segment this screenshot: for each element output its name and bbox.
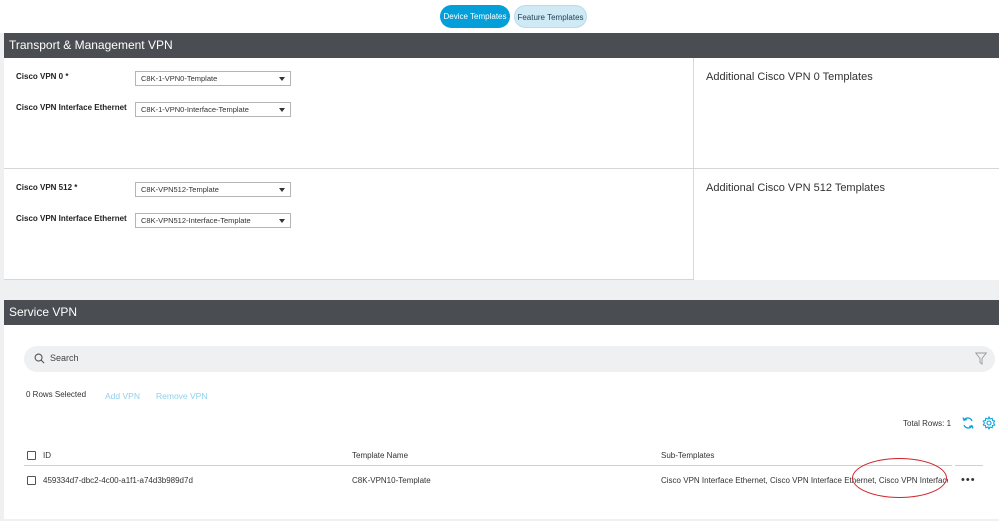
gear-icon[interactable] [982,416,996,430]
select-all-checkbox[interactable] [27,451,36,460]
refresh-icon[interactable] [961,416,975,430]
service-vpn-header: Service VPN [4,300,999,325]
transport-vpn-header: Transport & Management VPN [4,33,999,58]
chevron-down-icon [279,77,285,81]
column-header-id[interactable]: ID [43,451,51,460]
search-input[interactable]: Search [50,353,79,363]
vpn512-additional-templates-title: Additional Cisco VPN 512 Templates [706,182,885,194]
vpn512-select[interactable]: C8K-VPN512-Template [135,182,291,197]
divider [4,279,694,280]
row-id: 459334d7-dbc2-4c00-a1f1-a74d3b989d7d [43,476,193,485]
column-header-template-name[interactable]: Template Name [352,451,408,460]
tab-device-templates[interactable]: Device Templates [440,5,510,28]
table-header-divider [955,465,983,466]
filter-icon[interactable] [975,352,987,365]
row-template-name: C8K-VPN10-Template [352,476,431,485]
search-bar[interactable]: Search [24,346,995,372]
vpn512-label: Cisco VPN 512 * [16,183,78,192]
vpn512-basic-column: Cisco VPN 512 * C8K-VPN512-Template Cisc… [4,169,694,280]
chevron-down-icon [279,108,285,112]
rows-selected-count: 0 Rows Selected [26,390,87,399]
vpn0-panel: Cisco VPN 0 * C8K-1-VPN0-Template Cisco … [4,58,999,168]
vpn0-select[interactable]: C8K-1-VPN0-Template [135,71,291,86]
vpn512-interface-label: Cisco VPN Interface Ethernet [16,214,127,223]
table-header-divider [24,465,952,466]
vpn0-basic-column: Cisco VPN 0 * C8K-1-VPN0-Template Cisco … [4,58,694,168]
vpn0-label: Cisco VPN 0 * [16,72,69,81]
chevron-down-icon [279,219,285,223]
add-vpn-button[interactable]: Add VPN [105,391,140,401]
vpn0-additional-templates-title: Additional Cisco VPN 0 Templates [706,71,873,83]
vpn0-interface-label: Cisco VPN Interface Ethernet [16,103,127,112]
vpn512-panel: Cisco VPN 512 * C8K-VPN512-Template Cisc… [4,168,999,280]
annotation-highlight-circle [852,458,947,498]
tab-feature-templates[interactable]: Feature Templates [514,5,587,28]
remove-vpn-button[interactable]: Remove VPN [156,391,208,401]
vpn512-select-value: C8K-VPN512-Template [141,185,219,194]
vpn512-interface-select-value: C8K-VPN512-Interface-Template [141,216,251,225]
row-checkbox[interactable] [27,476,36,485]
vpn0-interface-select-value: C8K-1-VPN0-Interface-Template [141,105,249,114]
vpn0-select-value: C8K-1-VPN0-Template [141,74,218,83]
template-type-switcher: Device Templates Feature Templates [0,0,999,33]
chevron-down-icon [279,188,285,192]
column-header-sub-templates[interactable]: Sub-Templates [661,451,714,460]
search-icon [34,353,45,364]
vpn0-interface-select[interactable]: C8K-1-VPN0-Interface-Template [135,102,291,117]
total-rows-count: Total Rows: 1 [903,419,952,428]
more-actions-icon[interactable]: ••• [961,474,976,486]
vpn512-interface-select[interactable]: C8K-VPN512-Interface-Template [135,213,291,228]
